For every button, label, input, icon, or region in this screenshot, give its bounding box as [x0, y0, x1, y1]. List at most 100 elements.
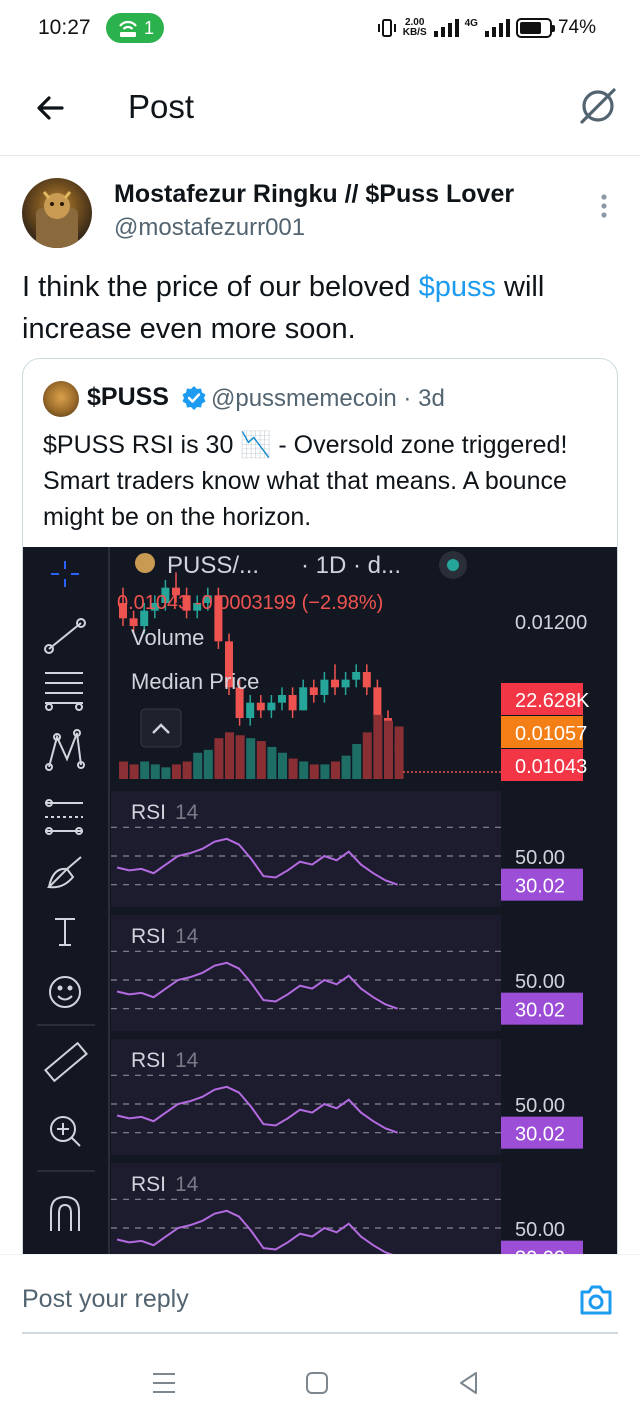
volume-bar: [140, 761, 150, 779]
volume-bar: [278, 752, 287, 779]
candle-body: [299, 687, 308, 711]
volume-bar: [256, 741, 266, 779]
volume-bar: [331, 761, 340, 779]
rsi-label: RSI: [131, 925, 166, 948]
candle-body: [331, 679, 339, 688]
rsi-label: RSI: [131, 801, 166, 824]
rsi-level-label: 50.00: [515, 1219, 565, 1241]
symbol-title: PUSS/...: [167, 552, 259, 579]
rsi-level-label: 50.00: [515, 1095, 565, 1117]
reply-input[interactable]: Post your reply: [22, 1285, 189, 1314]
volume-bar: [129, 764, 139, 779]
candle-body: [373, 687, 382, 718]
volume-bar: [150, 764, 160, 779]
status-time: 10:27: [38, 16, 91, 39]
author-avatar[interactable]: [22, 178, 92, 248]
chart-screenshot[interactable]: PUSS/... · 1D · d... 0.01043 -0.0003199 …: [23, 547, 617, 1277]
chart-toolbar-bg: [23, 547, 109, 1277]
volume-bar: [246, 738, 256, 779]
net-speed-unit: KB/S: [402, 27, 427, 38]
grok-icon[interactable]: [576, 84, 620, 128]
svg-text:0.01043: 0.01043: [515, 756, 587, 778]
quoted-post-text: $PUSS RSI is 30 📉 - Oversold zone trigge…: [43, 431, 568, 531]
verified-icon: [182, 386, 206, 410]
volume-bar: [172, 764, 181, 779]
candle-body: [341, 679, 350, 688]
price-label-last: 0.01043: [501, 749, 587, 781]
price-tick: 0.01200: [515, 612, 587, 634]
volume-bar: [182, 761, 192, 779]
symbol-avatar: [135, 553, 155, 573]
candle-body: [246, 702, 255, 718]
trading-chart: PUSS/... · 1D · d... 0.01043 -0.0003199 …: [23, 547, 617, 1277]
net-speed: 2.00 KB/S: [403, 18, 427, 38]
quoted-author-handle: @pussmemecoin · 3d: [211, 385, 445, 412]
volume-bar: [309, 764, 319, 779]
rsi-label: RSI: [131, 1049, 166, 1072]
legend-volume: Volume: [131, 625, 204, 650]
reply-divider: [22, 1332, 618, 1334]
volume-bar: [225, 732, 234, 779]
status-right: 2.00 KB/S 4G 74%: [377, 14, 596, 42]
rsi-period: 14: [175, 801, 199, 824]
network-type: 4G: [464, 17, 478, 29]
price-label-volume: 22.628K: [501, 683, 590, 715]
more-vert-icon[interactable]: [594, 192, 614, 222]
volume-bar: [193, 752, 203, 779]
rsi-value: 30.02: [515, 876, 565, 898]
cashtag-link[interactable]: $puss: [419, 271, 496, 303]
battery-icon: [515, 18, 555, 38]
rsi-level-label: 50.00: [515, 847, 565, 869]
rsi-value: 30.02: [515, 1000, 565, 1022]
page-title: Post: [128, 88, 195, 125]
price-label-median: 0.01057: [501, 716, 587, 748]
volume-bar: [394, 726, 404, 779]
candle-body: [362, 672, 371, 688]
candle-body: [267, 702, 276, 711]
volume-bar: [341, 755, 351, 779]
collapse-legend-button: [140, 708, 182, 748]
volume-bar: [384, 720, 393, 779]
nav-back-icon[interactable]: [456, 1370, 482, 1396]
svg-text:0.01057: 0.01057: [515, 723, 587, 745]
market-status-dot: [447, 559, 459, 571]
battery-fill: [519, 22, 541, 34]
candle-body: [278, 695, 286, 703]
signal-icon: [433, 19, 459, 37]
author-name[interactable]: Mostafezur Ringku // $Puss Lover: [114, 180, 514, 209]
top-app-bar: Post: [0, 58, 640, 156]
hotspot-indicator: 1: [106, 13, 164, 43]
rsi-period: 14: [175, 925, 199, 948]
volume-bar: [320, 764, 330, 779]
quoted-author-name: $PUSS: [87, 383, 169, 411]
quoted-post-card[interactable]: $PUSS @pussmemecoin · 3d $PUSS RSI is 30…: [22, 358, 618, 1278]
rsi-label: RSI: [131, 1173, 166, 1196]
rsi-period: 14: [175, 1173, 199, 1196]
quoted-author-avatar: [43, 381, 79, 417]
rsi-level-label: 50.00: [515, 971, 565, 993]
volume-bar: [214, 738, 224, 779]
volume-bar: [373, 714, 383, 779]
candle-body: [320, 679, 329, 695]
hotspot-count: 1: [144, 18, 155, 38]
battery-percent: 74%: [557, 17, 596, 38]
vibrate-icon: [377, 19, 396, 37]
volume-bar: [235, 735, 245, 779]
reply-bar: Post your reply: [0, 1254, 640, 1336]
volume-bar: [119, 761, 128, 779]
volume-bar: [299, 761, 309, 779]
candle-body: [288, 695, 297, 711]
volume-bar: [288, 758, 298, 779]
hotspot-icon: [119, 20, 137, 37]
svg-text:22.628K: 22.628K: [515, 690, 590, 712]
home-icon[interactable]: [304, 1370, 330, 1396]
legend-median-price: Median Price: [131, 669, 259, 694]
recent-apps-icon[interactable]: [150, 1370, 178, 1396]
volume-bar: [362, 732, 372, 779]
camera-icon[interactable]: [578, 1283, 614, 1317]
candle-body: [256, 702, 265, 711]
author-handle[interactable]: @mostafezurr001: [114, 214, 305, 242]
back-arrow-icon[interactable]: [32, 90, 68, 126]
status-bar: 10:27 1 2.00 KB/S 4G 74%: [0, 0, 640, 56]
volume-bar: [267, 746, 277, 779]
